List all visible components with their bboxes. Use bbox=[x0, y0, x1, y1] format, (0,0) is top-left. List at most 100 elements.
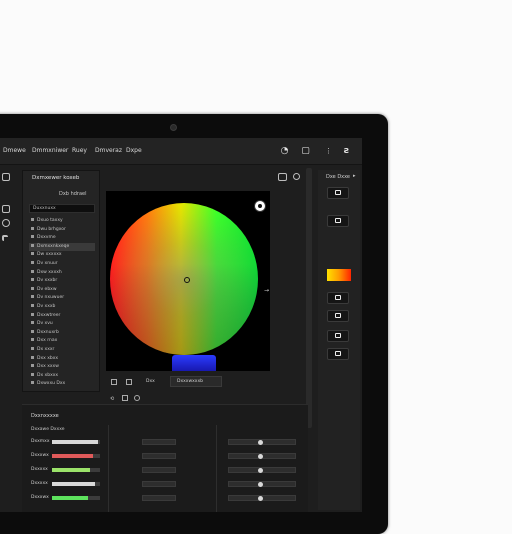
property-knob[interactable] bbox=[258, 439, 263, 445]
layer-visibility-icon[interactable] bbox=[31, 252, 34, 256]
select-tool-icon[interactable] bbox=[2, 173, 10, 181]
color-wheel-center-marker[interactable] bbox=[184, 277, 190, 283]
layer-label: Dxx xxxw bbox=[37, 364, 59, 370]
color-canvas[interactable] bbox=[106, 191, 270, 371]
layer-row[interactable]: Dx xxxr bbox=[29, 346, 95, 354]
property-value-field[interactable] bbox=[142, 439, 176, 445]
layer-visibility-icon[interactable] bbox=[31, 347, 34, 350]
layer-visibility-icon[interactable] bbox=[31, 278, 34, 282]
layer-row[interactable]: Dxwxxu Dxx bbox=[29, 380, 95, 388]
layer-row[interactable]: Dxx xxxw bbox=[29, 363, 95, 371]
layer-visibility-icon[interactable] bbox=[31, 321, 34, 325]
column-divider bbox=[216, 425, 217, 512]
property-knob[interactable] bbox=[258, 467, 263, 473]
layer-row[interactable]: Dxxvme bbox=[29, 234, 95, 242]
panel-scrollbar[interactable] bbox=[306, 168, 312, 428]
menu-item-view[interactable]: Ruey bbox=[72, 147, 87, 154]
color-value-field[interactable]: Dxxxwxxxb bbox=[170, 376, 222, 387]
layer-row[interactable]: Dv xnuur bbox=[29, 260, 95, 268]
property-slider[interactable] bbox=[52, 454, 100, 458]
layer-visibility-icon[interactable] bbox=[31, 295, 34, 299]
arrow-right-icon: → bbox=[264, 287, 270, 294]
layer-visibility-icon[interactable] bbox=[31, 286, 34, 290]
layer-row[interactable]: Dv ebxw bbox=[29, 286, 95, 294]
property-value-field[interactable] bbox=[142, 467, 176, 473]
layer-visibility-icon[interactable] bbox=[31, 304, 34, 307]
menu-item-image[interactable]: Dmveraz bbox=[95, 147, 122, 154]
ellipse-tool-icon[interactable] bbox=[2, 219, 10, 227]
layer-visibility-icon[interactable] bbox=[31, 381, 34, 385]
crop-tool-icon[interactable] bbox=[2, 235, 8, 241]
swatch-button-3[interactable] bbox=[327, 292, 349, 304]
property-knob[interactable] bbox=[258, 453, 263, 459]
layer-row[interactable]: Dw xxxxxx bbox=[29, 251, 95, 259]
color-picker-handle[interactable] bbox=[254, 200, 266, 212]
layer-row[interactable]: Dxxwtreer bbox=[29, 312, 95, 320]
reset-icon[interactable] bbox=[134, 395, 140, 401]
menu-item-file[interactable]: Dmewe bbox=[3, 147, 26, 154]
rectangle-tool-icon[interactable] bbox=[2, 205, 10, 213]
layer-row[interactable]: Dxxnuxrb bbox=[29, 329, 95, 337]
property-knob[interactable] bbox=[258, 495, 263, 501]
layer-visibility-icon[interactable] bbox=[31, 243, 34, 247]
layer-visibility-icon[interactable] bbox=[31, 269, 34, 273]
property-value-field[interactable] bbox=[142, 481, 176, 487]
zoom-icon[interactable] bbox=[293, 173, 300, 180]
zoom-label: Dxx bbox=[146, 379, 155, 384]
layer-visibility-icon[interactable] bbox=[31, 235, 34, 239]
layer-visibility-icon[interactable] bbox=[31, 355, 34, 359]
menu-item-edit[interactable]: Dmmxniwer bbox=[32, 147, 68, 154]
layer-visibility-icon[interactable] bbox=[31, 218, 34, 221]
layer-label: Dxxwtreer bbox=[37, 312, 61, 318]
undo-icon[interactable]: ⟲ bbox=[110, 396, 114, 402]
history-icon[interactable]: ◔ bbox=[279, 145, 290, 156]
fit-view-icon[interactable] bbox=[278, 173, 287, 181]
swatch-button-5[interactable] bbox=[327, 330, 349, 342]
layer-row[interactable]: Dxmxxnkxeqe bbox=[29, 242, 95, 251]
swatches-panel-title: Dxe Dxxe bbox=[326, 174, 351, 180]
property-value-field[interactable] bbox=[142, 495, 176, 501]
flip-icon[interactable] bbox=[122, 395, 128, 401]
layer-label: Dxmxxnkxeqe bbox=[37, 243, 70, 249]
layer-visibility-icon[interactable] bbox=[31, 261, 34, 264]
layer-visibility-icon[interactable] bbox=[31, 226, 34, 230]
layer-row[interactable]: Dxx xbxx bbox=[29, 355, 95, 363]
swatch-button-6[interactable] bbox=[327, 348, 349, 360]
layer-row[interactable]: Dv xvu bbox=[29, 320, 95, 328]
more-options-icon[interactable]: ⋮ bbox=[323, 145, 334, 156]
document-icon[interactable]: ▢ bbox=[300, 145, 311, 156]
grid-icon[interactable] bbox=[111, 379, 117, 385]
layers-icon[interactable] bbox=[126, 379, 132, 385]
layer-label: Dwu brhgxor bbox=[37, 226, 66, 232]
swatch-button-2[interactable] bbox=[327, 215, 349, 227]
chevron-right-icon[interactable]: ▸ bbox=[353, 173, 356, 179]
property-slider[interactable] bbox=[52, 468, 100, 472]
layer-visibility-icon[interactable] bbox=[31, 312, 34, 316]
gradient-swatch[interactable] bbox=[327, 269, 351, 281]
property-value-field[interactable] bbox=[142, 453, 176, 459]
settings-icon[interactable]: ꙅ bbox=[341, 145, 352, 156]
property-knob[interactable] bbox=[258, 481, 263, 487]
layer-row[interactable]: Dwu brhgxor bbox=[29, 226, 95, 234]
layer-row[interactable]: Dv xxxbr bbox=[29, 277, 95, 285]
layer-visibility-icon[interactable] bbox=[31, 329, 34, 333]
property-slider[interactable] bbox=[52, 482, 100, 486]
layer-visibility-icon[interactable] bbox=[31, 338, 34, 342]
property-label: Dxxxwx bbox=[31, 495, 49, 500]
layer-row[interactable]: Dxuo taxxy bbox=[29, 217, 95, 225]
layer-label: Dv xnuur bbox=[37, 261, 58, 266]
swatch-button-4[interactable] bbox=[327, 310, 349, 322]
layer-search-input[interactable]: Duxxnuxx bbox=[29, 204, 95, 213]
property-slider[interactable] bbox=[52, 496, 100, 500]
layer-row[interactable]: Dx xbxxx bbox=[29, 372, 95, 380]
property-slider[interactable] bbox=[52, 440, 100, 444]
layer-row[interactable]: Dxx rnax bbox=[29, 337, 95, 345]
layer-row[interactable]: Dv nxuwuer bbox=[29, 294, 95, 302]
layer-visibility-icon[interactable] bbox=[31, 372, 34, 376]
swatch-button-1[interactable] bbox=[327, 187, 349, 199]
hue-slider-strip[interactable] bbox=[172, 355, 216, 371]
layer-visibility-icon[interactable] bbox=[31, 364, 34, 368]
layer-row[interactable]: Dv xxxb bbox=[29, 303, 95, 311]
menu-item-help[interactable]: Dxpe bbox=[126, 147, 142, 154]
layer-row[interactable]: Dxw xxxxh bbox=[29, 269, 95, 277]
